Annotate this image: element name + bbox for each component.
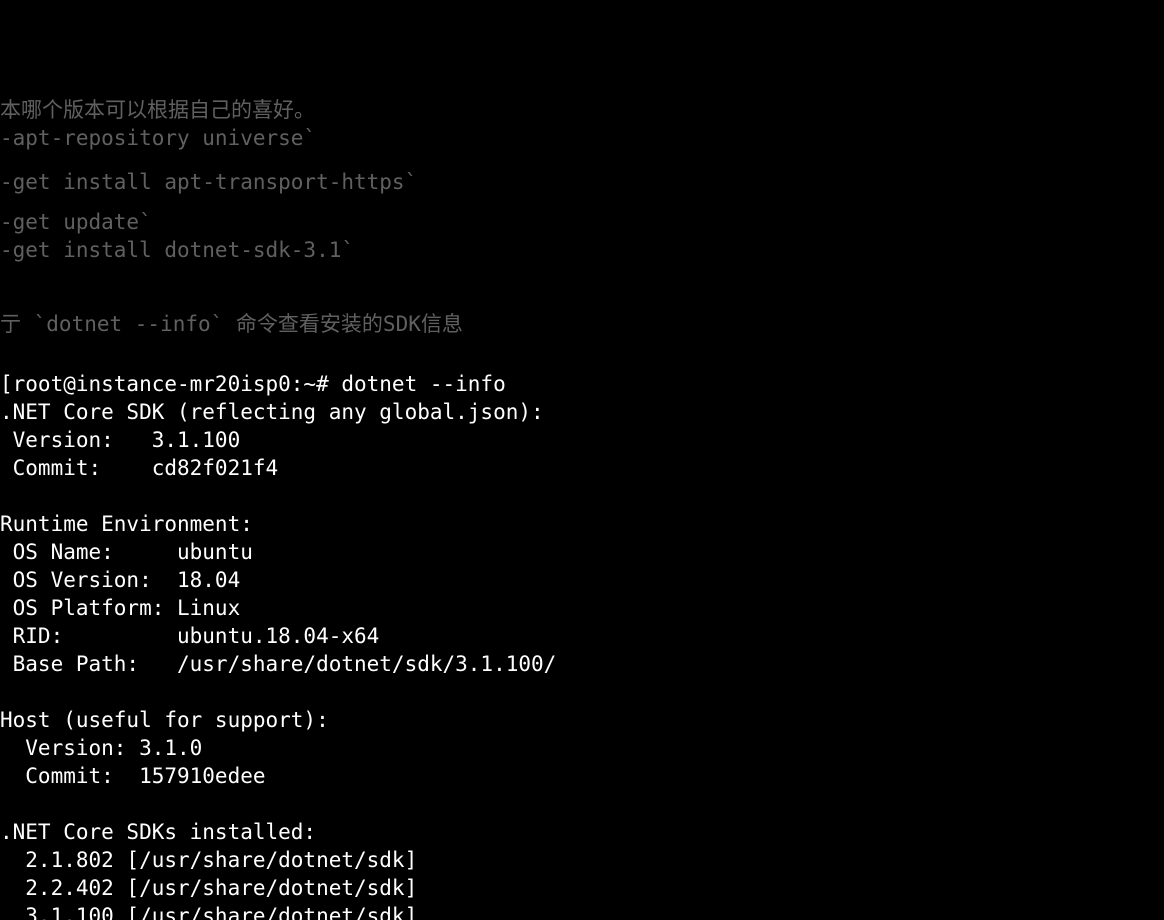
terminal[interactable]: 本哪个版本可以根据自己的喜好。 -apt-repository universe…	[0, 0, 1164, 920]
runtime-env-header: Runtime Environment:	[0, 512, 253, 536]
host-version: Version: 3.1.0	[0, 736, 202, 760]
sdks-installed-header: .NET Core SDKs installed:	[0, 820, 316, 844]
ghost-text-4: -get update`	[0, 208, 152, 236]
shell-prompt-line: [root@instance-mr20isp0:~# dotnet --info	[0, 372, 506, 396]
sdk-entry: 2.1.802 [/usr/share/dotnet/sdk]	[0, 848, 417, 872]
os-platform: OS Platform: Linux	[0, 596, 240, 620]
sdk-header: .NET Core SDK (reflecting any global.jso…	[0, 400, 544, 424]
sdk-entry: 2.2.402 [/usr/share/dotnet/sdk]	[0, 876, 417, 900]
ghost-text-5: -get install dotnet-sdk-3.1`	[0, 236, 354, 264]
ghost-text-6: 亍 `dotnet --info` 命令查看安装的SDK信息	[0, 310, 463, 338]
rid: RID: ubuntu.18.04-x64	[0, 624, 379, 648]
base-path: Base Path: /usr/share/dotnet/sdk/3.1.100…	[0, 652, 556, 676]
sdk-commit: Commit: cd82f021f4	[0, 456, 278, 480]
sdk-version: Version: 3.1.100	[0, 428, 240, 452]
ghost-text-1: 本哪个版本可以根据自己的喜好。	[0, 96, 315, 124]
host-commit: Commit: 157910edee	[0, 764, 266, 788]
host-header: Host (useful for support):	[0, 708, 329, 732]
os-name: OS Name: ubuntu	[0, 540, 253, 564]
os-version: OS Version: 18.04	[0, 568, 240, 592]
sdk-entry: 3.1.100 [/usr/share/dotnet/sdk]	[0, 904, 417, 920]
ghost-text-3: -get install apt-transport-https`	[0, 168, 417, 196]
ghost-text-2: -apt-repository universe`	[0, 124, 316, 152]
